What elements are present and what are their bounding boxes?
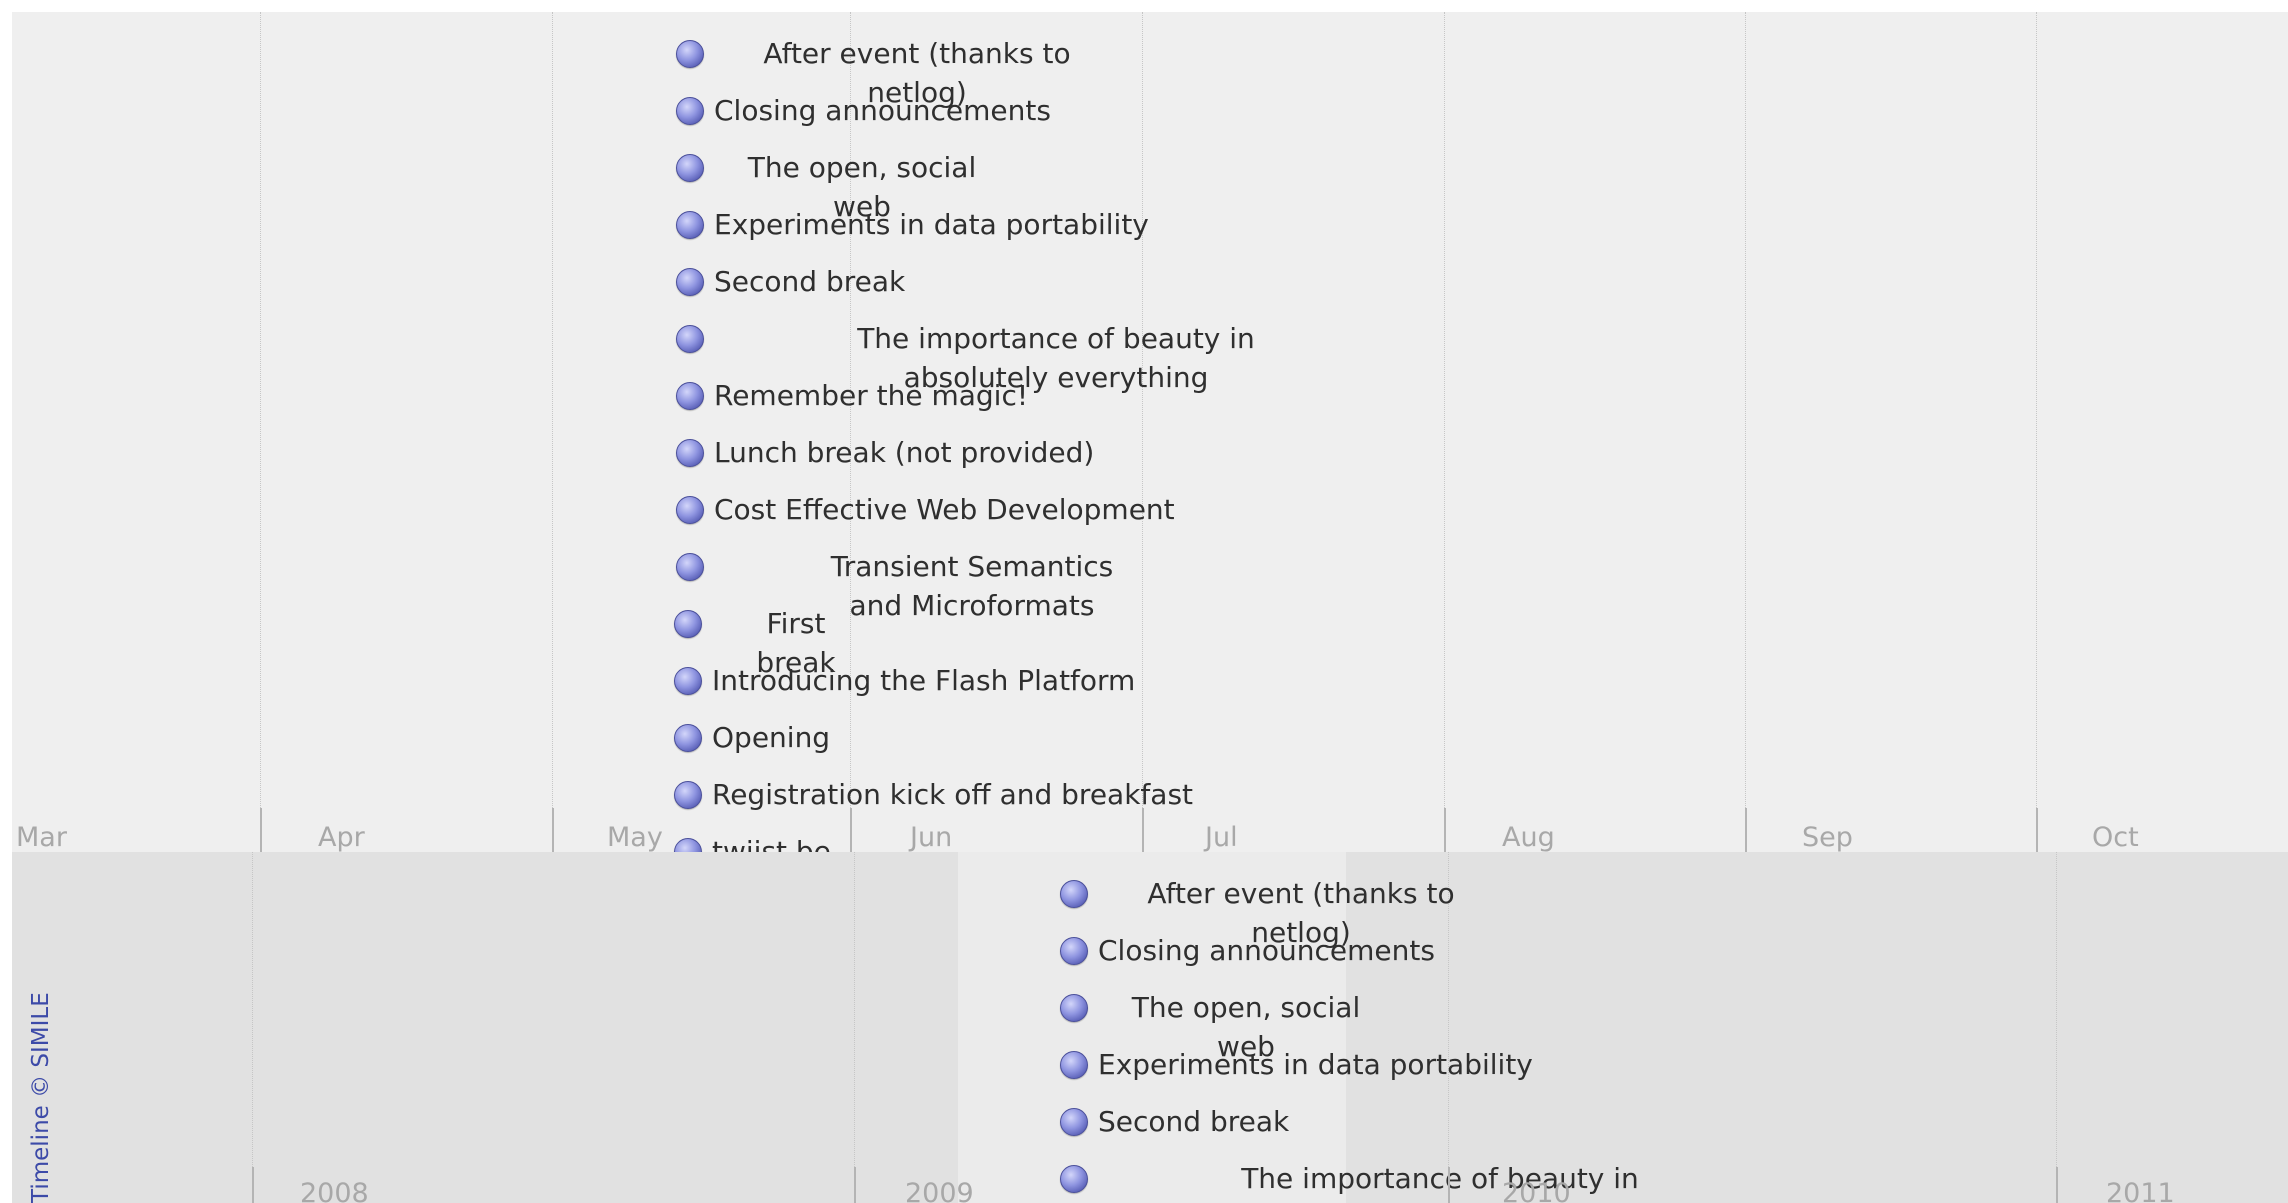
gridline bbox=[1142, 12, 1143, 808]
event-dot-icon bbox=[676, 553, 704, 581]
event-title[interactable]: Closing announcements bbox=[714, 91, 1051, 130]
gridline bbox=[552, 12, 553, 808]
event-title[interactable]: Introducing the Flash Platform bbox=[712, 661, 1135, 700]
event-dot-icon bbox=[676, 496, 704, 524]
event-dot-icon bbox=[676, 154, 704, 182]
month-label: Apr bbox=[318, 822, 365, 852]
event-dot-icon bbox=[674, 838, 702, 852]
gridline bbox=[854, 852, 855, 1203]
event-dot-icon bbox=[676, 382, 704, 410]
event-dot-icon bbox=[674, 667, 702, 695]
month-label: Oct bbox=[2092, 822, 2139, 852]
event-dot-icon bbox=[676, 268, 704, 296]
month-label: Sep bbox=[1802, 822, 1853, 852]
tick-mark bbox=[850, 808, 852, 852]
gridline bbox=[252, 852, 253, 1203]
event-dot-icon bbox=[676, 97, 704, 125]
event-title[interactable]: Experiments in data portability bbox=[714, 205, 1149, 244]
event-title[interactable]: twiist.be bbox=[712, 832, 831, 852]
tick-mark bbox=[260, 808, 262, 852]
month-label: May bbox=[607, 822, 663, 852]
event-dot-icon bbox=[674, 610, 702, 638]
event-title[interactable]: Second break bbox=[1098, 1102, 1289, 1141]
event-dot-icon bbox=[1060, 937, 1088, 965]
event-dot-icon bbox=[1060, 880, 1088, 908]
event-dot-icon bbox=[676, 325, 704, 353]
simile-credit-link[interactable]: Timeline © SIMILE bbox=[26, 983, 56, 1203]
event-dot-icon bbox=[676, 40, 704, 68]
event-title[interactable]: Opening bbox=[712, 718, 830, 757]
gridline bbox=[2036, 12, 2037, 808]
gridline bbox=[2056, 852, 2057, 1203]
event-dot-icon bbox=[1060, 1165, 1088, 1193]
event-dot-icon bbox=[1060, 1108, 1088, 1136]
event-title[interactable]: Second break bbox=[714, 262, 905, 301]
gridline bbox=[1444, 12, 1445, 808]
timeline-widget[interactable]: Mar Apr May Jun Jul Aug Sep Oct After ev… bbox=[12, 12, 2288, 1203]
event-dot-icon bbox=[676, 211, 704, 239]
gridline bbox=[260, 12, 261, 808]
event-title[interactable]: Registration kick off and breakfast bbox=[712, 775, 1193, 814]
event-dot-icon bbox=[674, 724, 702, 752]
event-dot-icon bbox=[676, 439, 704, 467]
gridline bbox=[1745, 12, 1746, 808]
event-title[interactable]: Lunch break (not provided) bbox=[714, 433, 1094, 472]
event-dot-icon bbox=[1060, 994, 1088, 1022]
event-title[interactable]: Experiments in data portability bbox=[1098, 1045, 1533, 1084]
month-label: Jun bbox=[910, 822, 953, 852]
event-title[interactable]: Remember the magic! bbox=[714, 376, 1028, 415]
event-title[interactable]: The importance of beauty in absolutely e… bbox=[1170, 1159, 1710, 1203]
tick-mark bbox=[1745, 808, 1747, 852]
month-label: Mar bbox=[16, 822, 67, 852]
event-dot-icon bbox=[674, 781, 702, 809]
tick-mark bbox=[552, 808, 554, 852]
event-title[interactable]: Cost Effective Web Development bbox=[714, 490, 1175, 529]
month-label: Jul bbox=[1205, 822, 1238, 852]
event-dot-icon bbox=[1060, 1051, 1088, 1079]
event-title[interactable]: Transient Semantics and Microformats bbox=[802, 547, 1142, 625]
tick-mark bbox=[1444, 808, 1446, 852]
event-title[interactable]: Closing announcements bbox=[1098, 931, 1435, 970]
tick-mark bbox=[2036, 808, 2038, 852]
timeline-band-years[interactable]: After event (thanks to netlog) Closing a… bbox=[12, 852, 2288, 1203]
timeline-band-months[interactable]: Mar Apr May Jun Jul Aug Sep Oct After ev… bbox=[12, 12, 2288, 852]
tick-mark bbox=[1142, 808, 1144, 852]
month-label: Aug bbox=[1502, 822, 1555, 852]
